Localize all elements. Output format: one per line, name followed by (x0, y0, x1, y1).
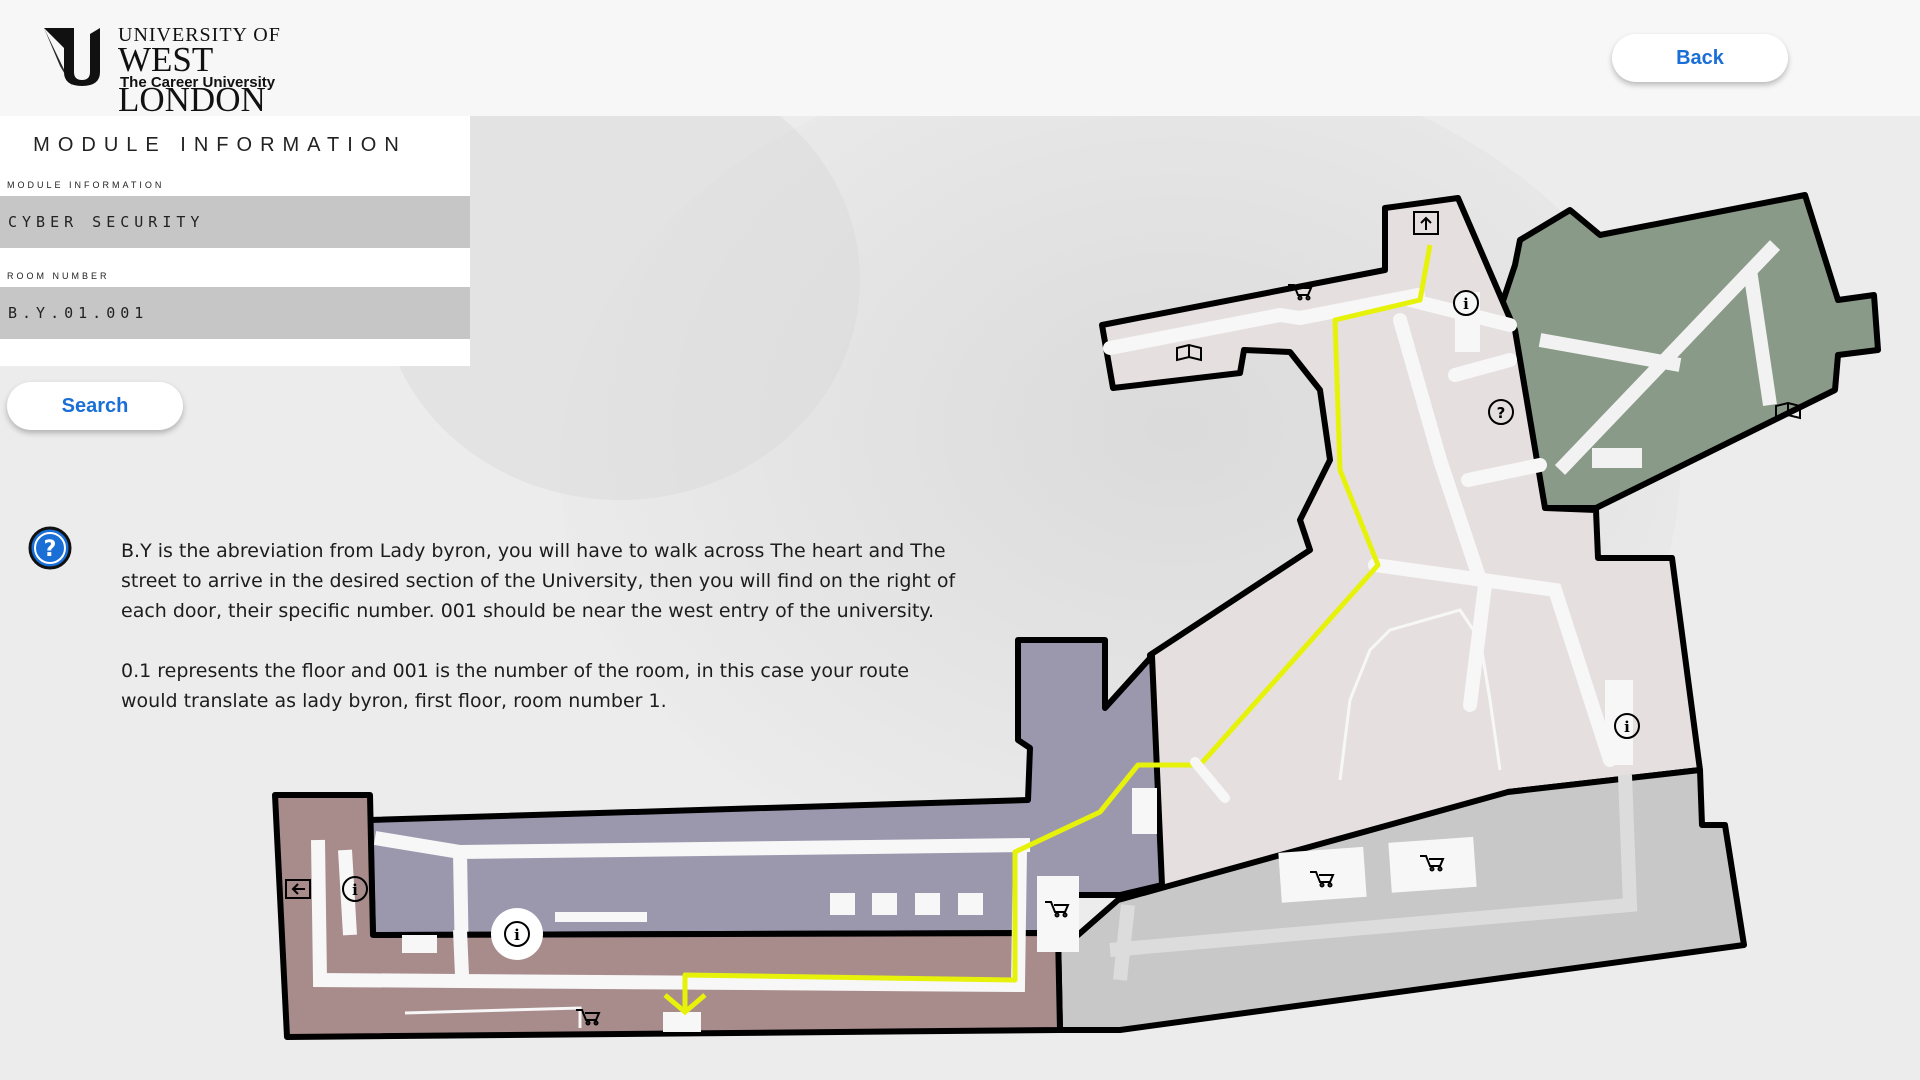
module-field[interactable]: CYBER SECURITY (0, 196, 470, 248)
module-info-panel: MODULE INFORMATION MODULE INFORMATION CY… (0, 116, 470, 366)
help-paragraph-2: 0.1 represents the floor and 001 is the … (121, 660, 910, 712)
svg-text:i: i (352, 881, 358, 899)
logo-tagline: The Career University (120, 74, 276, 91)
search-button[interactable]: Search (7, 382, 183, 430)
svg-text:?: ? (44, 537, 57, 562)
back-button[interactable]: Back (1612, 34, 1788, 82)
help-icon[interactable]: ? (28, 526, 72, 570)
svg-text:i: i (1624, 718, 1630, 736)
svg-text:i: i (514, 926, 520, 944)
room-caption: ROOM NUMBER (7, 271, 110, 281)
header-bar: UNIVERSITY OF WEST LONDON The Career Uni… (0, 0, 1920, 119)
route-explanation: B.Y is the abreviation from Lady byron, … (121, 536, 971, 746)
room-number-field[interactable]: B.Y.01.001 (0, 287, 470, 339)
logo-mark-icon (44, 28, 100, 86)
panel-title: MODULE INFORMATION (33, 134, 407, 156)
help-paragraph-1: B.Y is the abreviation from Lady byron, … (121, 540, 956, 622)
university-logo: UNIVERSITY OF WEST LONDON The Career Uni… (42, 20, 362, 119)
svg-text:i: i (1463, 295, 1469, 313)
svg-text:?: ? (1497, 404, 1506, 422)
module-caption: MODULE INFORMATION (7, 180, 165, 190)
